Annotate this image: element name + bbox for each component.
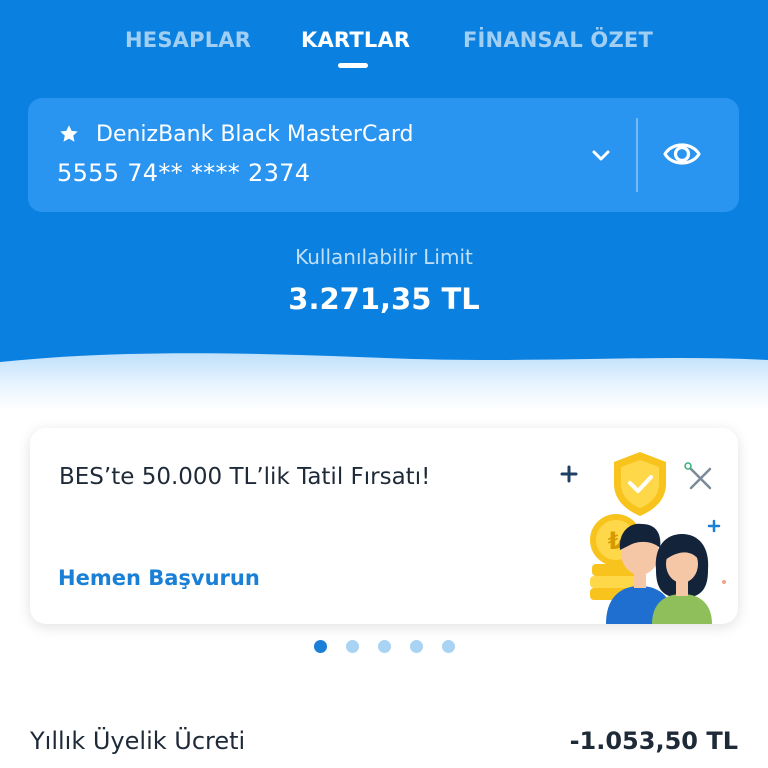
card-divider — [636, 118, 638, 192]
annual-fee-label: Yıllık Üyelik Ücreti — [30, 727, 246, 755]
shield-check-icon — [614, 452, 666, 516]
card-name: DenizBank Black MasterCard — [96, 122, 414, 147]
carousel-dot[interactable] — [442, 640, 455, 653]
close-icon[interactable] — [684, 462, 712, 490]
header-wave — [0, 353, 768, 408]
promo-banner[interactable]: BES’te 50.000 TL’lik Tatil Fırsatı! Heme… — [30, 428, 738, 624]
card-selector[interactable]: DenizBank Black MasterCard 5555 74** ***… — [28, 98, 739, 212]
carousel-dot[interactable] — [410, 640, 423, 653]
card-number: 5555 74** **** 2374 — [57, 159, 311, 187]
apply-now-link[interactable]: Hemen Başvurun — [58, 566, 260, 590]
tab-bar: HESAPLAR KARTLAR FİNANSAL ÖZET — [0, 28, 768, 78]
carousel-dot[interactable] — [378, 640, 391, 653]
available-limit-label: Kullanılabilir Limit — [295, 245, 473, 269]
available-limit-value: 3.271,35 TL — [288, 282, 480, 316]
annual-fee-value: -1.053,50 TL — [569, 727, 738, 755]
carousel-dot[interactable] — [314, 640, 327, 653]
eye-icon[interactable] — [662, 136, 702, 172]
promo-illustration: ₺ — [560, 452, 726, 624]
header: HESAPLAR KARTLAR FİNANSAL ÖZET DenizBank… — [0, 0, 768, 408]
star-icon — [60, 125, 78, 142]
active-tab-indicator — [338, 63, 368, 68]
promo-title: BES’te 50.000 TL’lik Tatil Fırsatı! — [59, 464, 431, 490]
tab-hesaplar[interactable]: HESAPLAR — [125, 28, 251, 52]
chevron-down-icon[interactable] — [589, 143, 613, 167]
carousel-dot[interactable] — [346, 640, 359, 653]
tab-finansal-ozet[interactable]: FİNANSAL ÖZET — [463, 28, 653, 52]
tab-kartlar[interactable]: KARTLAR — [301, 28, 410, 52]
plus-icon — [560, 465, 578, 483]
plus-icon — [707, 519, 721, 533]
person-woman-illustration — [652, 534, 712, 624]
